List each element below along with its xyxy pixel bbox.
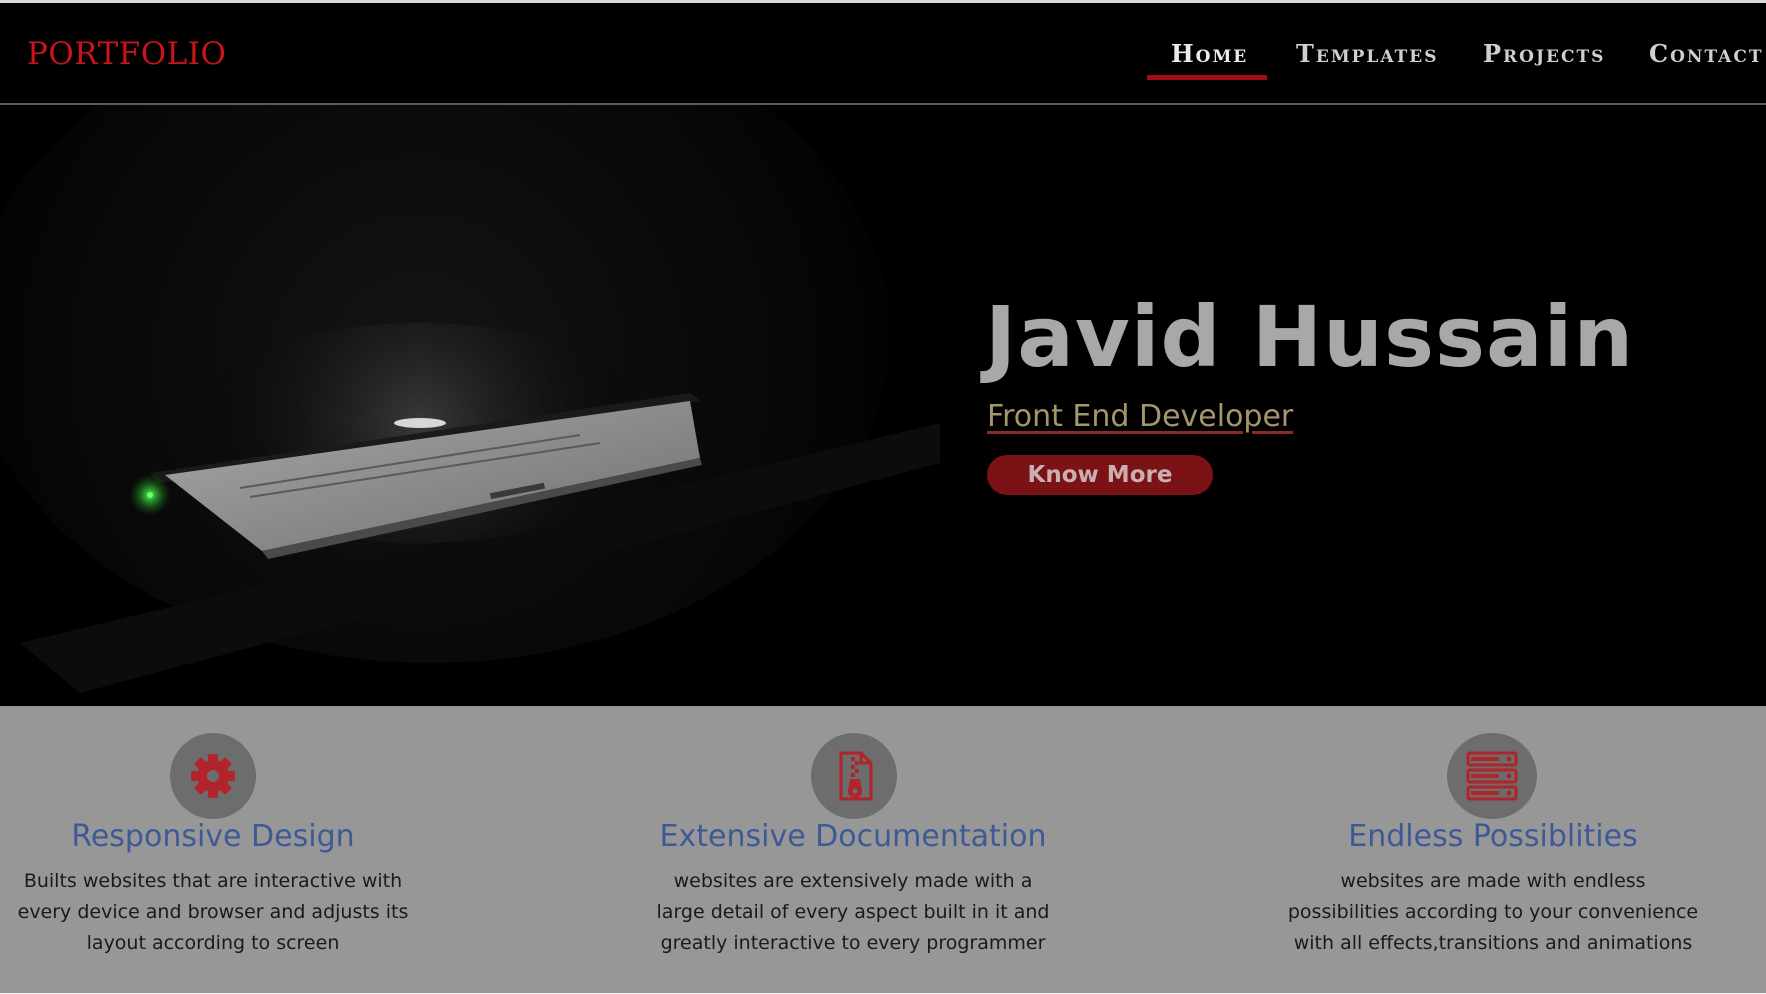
hero-text: Javid Hussain Front End Developer Know M… bbox=[985, 288, 1635, 495]
feature-title: Extensive Documentation bbox=[659, 819, 1047, 854]
feature-title: Endless Possiblities bbox=[1348, 819, 1638, 854]
nav-contact[interactable]: Contact bbox=[1649, 39, 1764, 68]
features-section: Responsive Design Builts websites that a… bbox=[0, 706, 1766, 993]
gear-icon bbox=[170, 733, 256, 819]
nav-active-indicator bbox=[1147, 75, 1267, 80]
nav-templates[interactable]: Templates bbox=[1296, 39, 1439, 68]
nav-home[interactable]: Home bbox=[1171, 39, 1248, 68]
brand-logo[interactable]: PORTFOLIO bbox=[27, 36, 226, 72]
hero-section: Javid Hussain Front End Developer Know M… bbox=[0, 3, 1766, 706]
feature-text: Builts websites that are interactive wit… bbox=[17, 870, 409, 954]
hero-name: Javid Hussain bbox=[985, 288, 1635, 386]
server-icon bbox=[1447, 733, 1537, 819]
feature-title: Responsive Design bbox=[71, 819, 355, 854]
zip-file-icon bbox=[811, 733, 897, 819]
feature-text: websites are extensively made with a lar… bbox=[656, 870, 1050, 954]
feature-text: websites are made with endless possibili… bbox=[1287, 870, 1699, 954]
page: Javid Hussain Front End Developer Know M… bbox=[0, 3, 1766, 993]
navbar: PORTFOLIO Home Templates Projects Contac… bbox=[0, 3, 1766, 105]
hero-role-link[interactable]: Front End Developer bbox=[987, 399, 1293, 434]
nav-projects[interactable]: Projects bbox=[1483, 39, 1605, 68]
know-more-button[interactable]: Know More bbox=[987, 455, 1213, 495]
